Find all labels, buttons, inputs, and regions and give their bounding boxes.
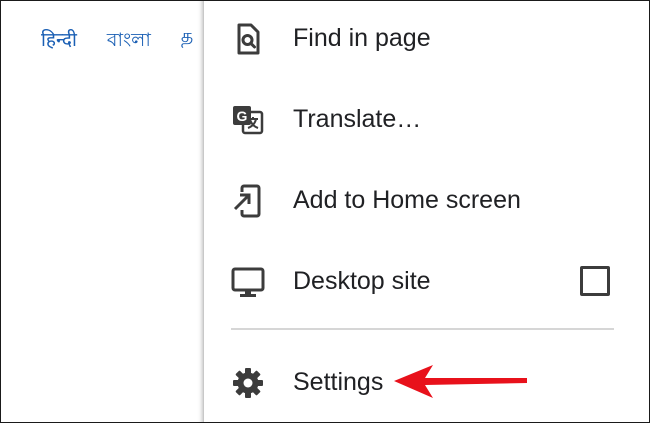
menu-item-label: Translate… [293,105,422,133]
add-to-home-screen-icon [230,183,266,219]
desktop-site-checkbox[interactable] [580,266,610,296]
language-link-partial[interactable]: த [181,26,193,58]
annotation-arrow [394,365,527,398]
menu-item-label: Desktop site [293,267,431,295]
menu-item-add-to-home-screen[interactable]: Add to Home screen [204,170,649,230]
menu-divider [231,328,614,330]
gear-icon [230,365,266,401]
language-links: हिन्दी বাংলা த [41,26,193,58]
language-link-bengali[interactable]: বাংলা [107,26,151,58]
menu-item-label: Find in page [293,24,431,52]
find-in-page-icon [230,21,266,57]
menu-item-label: Add to Home screen [293,186,521,214]
translate-icon: G [230,102,266,138]
menu-item-desktop-site[interactable]: Desktop site [204,251,649,311]
menu-item-label: Settings [293,368,384,396]
language-link-hindi[interactable]: हिन्दी [41,26,77,58]
svg-text:G: G [237,108,248,124]
menu-item-find-in-page[interactable]: Find in page [204,8,649,68]
screenshot-frame: हिन्दी বাংলা த Find in page G Translate…… [0,0,650,423]
overflow-menu: Find in page G Translate… Add to Home sc… [204,1,649,422]
desktop-icon [230,264,266,300]
menu-item-translate[interactable]: G Translate… [204,89,649,149]
